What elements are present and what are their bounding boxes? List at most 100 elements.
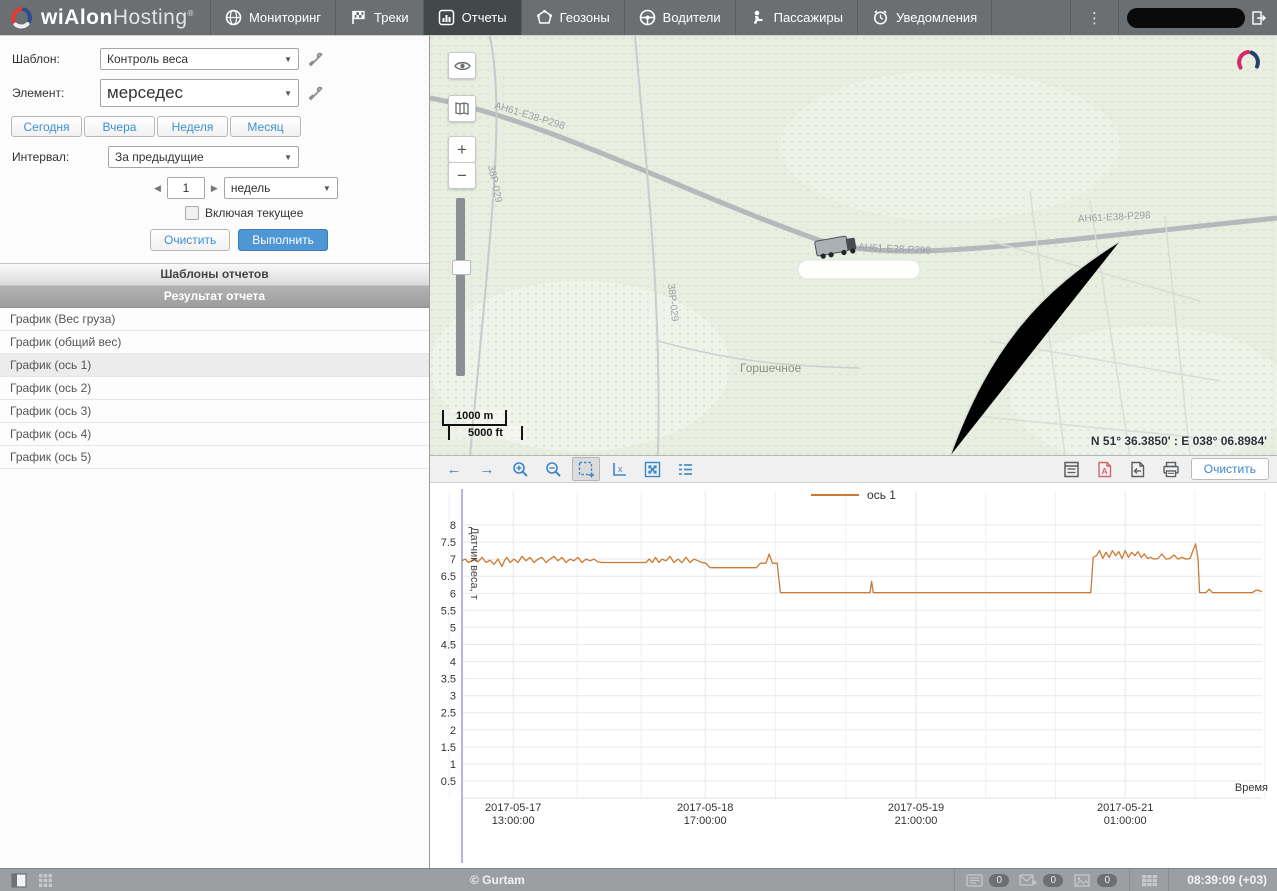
history-back-button[interactable]: ← [440,457,468,481]
flag-icon [350,9,367,26]
apps-grid-button[interactable] [32,869,58,891]
nav-tab-label: Геозоны [560,10,610,25]
result-item-axle-5[interactable]: График (ось 5) [0,446,429,469]
more-menu-button[interactable]: ⋮ [1070,0,1118,35]
media-count-badge: 0 [1097,874,1117,887]
log-messages-icon[interactable] [961,869,987,891]
nav-tab-drivers[interactable]: Водители [625,0,736,35]
svg-text:13:00:00: 13:00:00 [492,815,535,827]
chart-toolbar: ← → x A Очистить [430,455,1277,483]
result-section-header[interactable]: Результат отчета [0,286,429,308]
messages-mail-icon[interactable] [1015,869,1041,891]
user-menu[interactable] [1118,0,1277,35]
svg-text:Время: Время [1235,782,1268,794]
print-button[interactable] [1157,457,1185,481]
unit-settings-wrench-icon[interactable] [308,86,323,101]
interval-count-input[interactable] [167,177,205,199]
toggle-left-panel-button[interactable] [6,869,32,891]
range-week-button[interactable]: Неделя [157,116,228,137]
export-file-button[interactable] [1124,457,1152,481]
zoom-in-chart-button[interactable] [506,457,534,481]
clock-time: 08:39:09 (+03) [1175,873,1277,887]
result-item-axle-4[interactable]: График (ось 4) [0,423,429,446]
range-yesterday-button[interactable]: Вчера [84,116,155,137]
chevron-down-icon: ▼ [323,184,331,193]
globe-icon [225,9,242,26]
chart-legend-button[interactable] [671,457,699,481]
clear-button[interactable]: Очистить [150,229,230,251]
visibility-eye-button[interactable] [448,52,476,79]
unit-select[interactable]: мерседес ▼ [100,79,299,107]
template-select-value: Контроль веса [107,52,188,66]
wialon-logo-icon [10,6,34,30]
separator [954,869,955,891]
map-view[interactable]: АН61-Е38-Р298 АН61-Е38-Р298 АН61-Е38-Р29… [430,35,1277,456]
x-axis-zoom-button[interactable]: x [605,457,633,481]
nav-tab-geofences[interactable]: Геозоны [522,0,625,35]
svg-text:x: x [618,464,623,474]
template-settings-wrench-icon[interactable] [308,52,323,67]
weight-sensor-chart[interactable]: 0.511.522.533.544.555.566.577.582017-05-… [430,483,1277,869]
report-view-button[interactable] [1058,457,1086,481]
zoom-in-button[interactable]: + [448,136,476,163]
nav-tab-label: Мониторинг [249,10,321,25]
zoom-out-chart-button[interactable] [539,457,567,481]
result-item-axle-3[interactable]: График (ось 3) [0,400,429,423]
svg-text:2: 2 [450,725,456,737]
result-item-axle-1[interactable]: График (ось 1) [0,354,429,377]
nav-tab-label: Водители [663,10,721,25]
chart-panel[interactable]: 0.511.522.533.544.555.566.577.582017-05-… [430,483,1277,869]
interval-decrement-arrow[interactable]: ◀ [152,181,163,196]
nav-tab-monitoring[interactable]: Мониторинг [211,0,336,35]
result-item-total-weight[interactable]: График (общий вес) [0,331,429,354]
export-pdf-button[interactable]: A [1091,457,1119,481]
chevron-down-icon: ▼ [284,153,292,162]
svg-text:2017-05-21: 2017-05-21 [1097,802,1153,814]
top-navbar: wiAlonHosting® Мониторинг Треки Отчеты Г… [0,0,1277,35]
messages-count-badge: 0 [1043,874,1063,887]
include-current-checkbox[interactable] [185,206,199,220]
interval-unit-select[interactable]: недель ▼ [224,177,338,199]
zoom-out-button[interactable]: − [448,162,476,189]
chevron-down-icon: ▼ [284,55,292,64]
svg-text:2017-05-19: 2017-05-19 [888,802,944,814]
nav-tab-reports[interactable]: Отчеты [424,0,522,35]
brand-logo[interactable]: wiAlonHosting® [0,0,211,35]
chart-clear-button[interactable]: Очистить [1191,458,1269,480]
fit-screen-button[interactable] [638,457,666,481]
svg-text:2.5: 2.5 [441,708,456,720]
svg-text:3.5: 3.5 [441,674,456,686]
cursor-coordinates: N 51° 36.3850' : E 038° 06.8984' [1091,434,1267,448]
user-name-redacted [1127,8,1245,28]
templates-section-header[interactable]: Шаблоны отчетов [0,263,429,286]
alarm-clock-icon [872,9,889,26]
zoom-slider[interactable] [456,198,465,376]
media-image-icon[interactable] [1069,869,1095,891]
nav-tab-label: Треки [374,10,409,25]
range-today-button[interactable]: Сегодня [11,116,82,137]
result-item-cargo-weight[interactable]: График (Вес груза) [0,308,429,331]
result-item-axle-2[interactable]: График (ось 2) [0,377,429,400]
range-month-button[interactable]: Месяц [230,116,301,137]
map-layers-button[interactable] [448,95,476,122]
nav-tab-label: Отчеты [462,10,507,25]
interval-type-select[interactable]: За предыдущие ▼ [108,146,299,168]
table-view-icon[interactable] [1136,869,1162,891]
execute-button[interactable]: Выполнить [238,229,328,251]
template-label: Шаблон: [12,52,100,66]
legend-series-label: ось 1 [867,488,896,502]
template-select[interactable]: Контроль веса ▼ [100,48,299,70]
marquee-zoom-button[interactable] [572,457,600,481]
copyright-label: © Gurtam [470,873,525,887]
interval-increment-arrow[interactable]: ▶ [209,181,220,196]
nav-tab-tracks[interactable]: Треки [336,0,424,35]
include-current-label: Включая текущее [205,206,303,220]
nav-tab-passengers[interactable]: Пассажиры [736,0,858,35]
history-forward-button[interactable]: → [473,457,501,481]
brand-text: wiAlonHosting® [41,6,194,30]
unit-name-pill[interactable] [798,260,920,279]
zoom-slider-handle[interactable] [452,260,471,275]
logout-icon[interactable] [1251,10,1267,26]
svg-text:4: 4 [450,657,456,669]
nav-tab-notifications[interactable]: Уведомления [858,0,992,35]
